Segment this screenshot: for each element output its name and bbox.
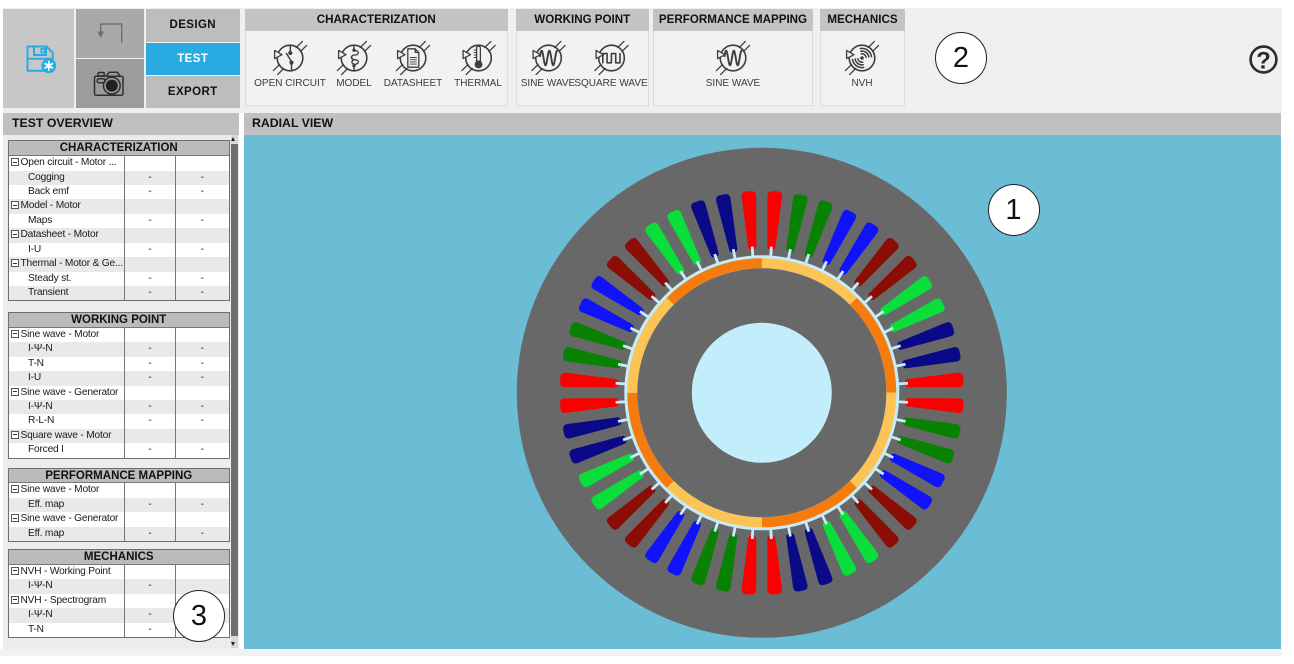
- svg-text:?: ?: [1256, 48, 1271, 75]
